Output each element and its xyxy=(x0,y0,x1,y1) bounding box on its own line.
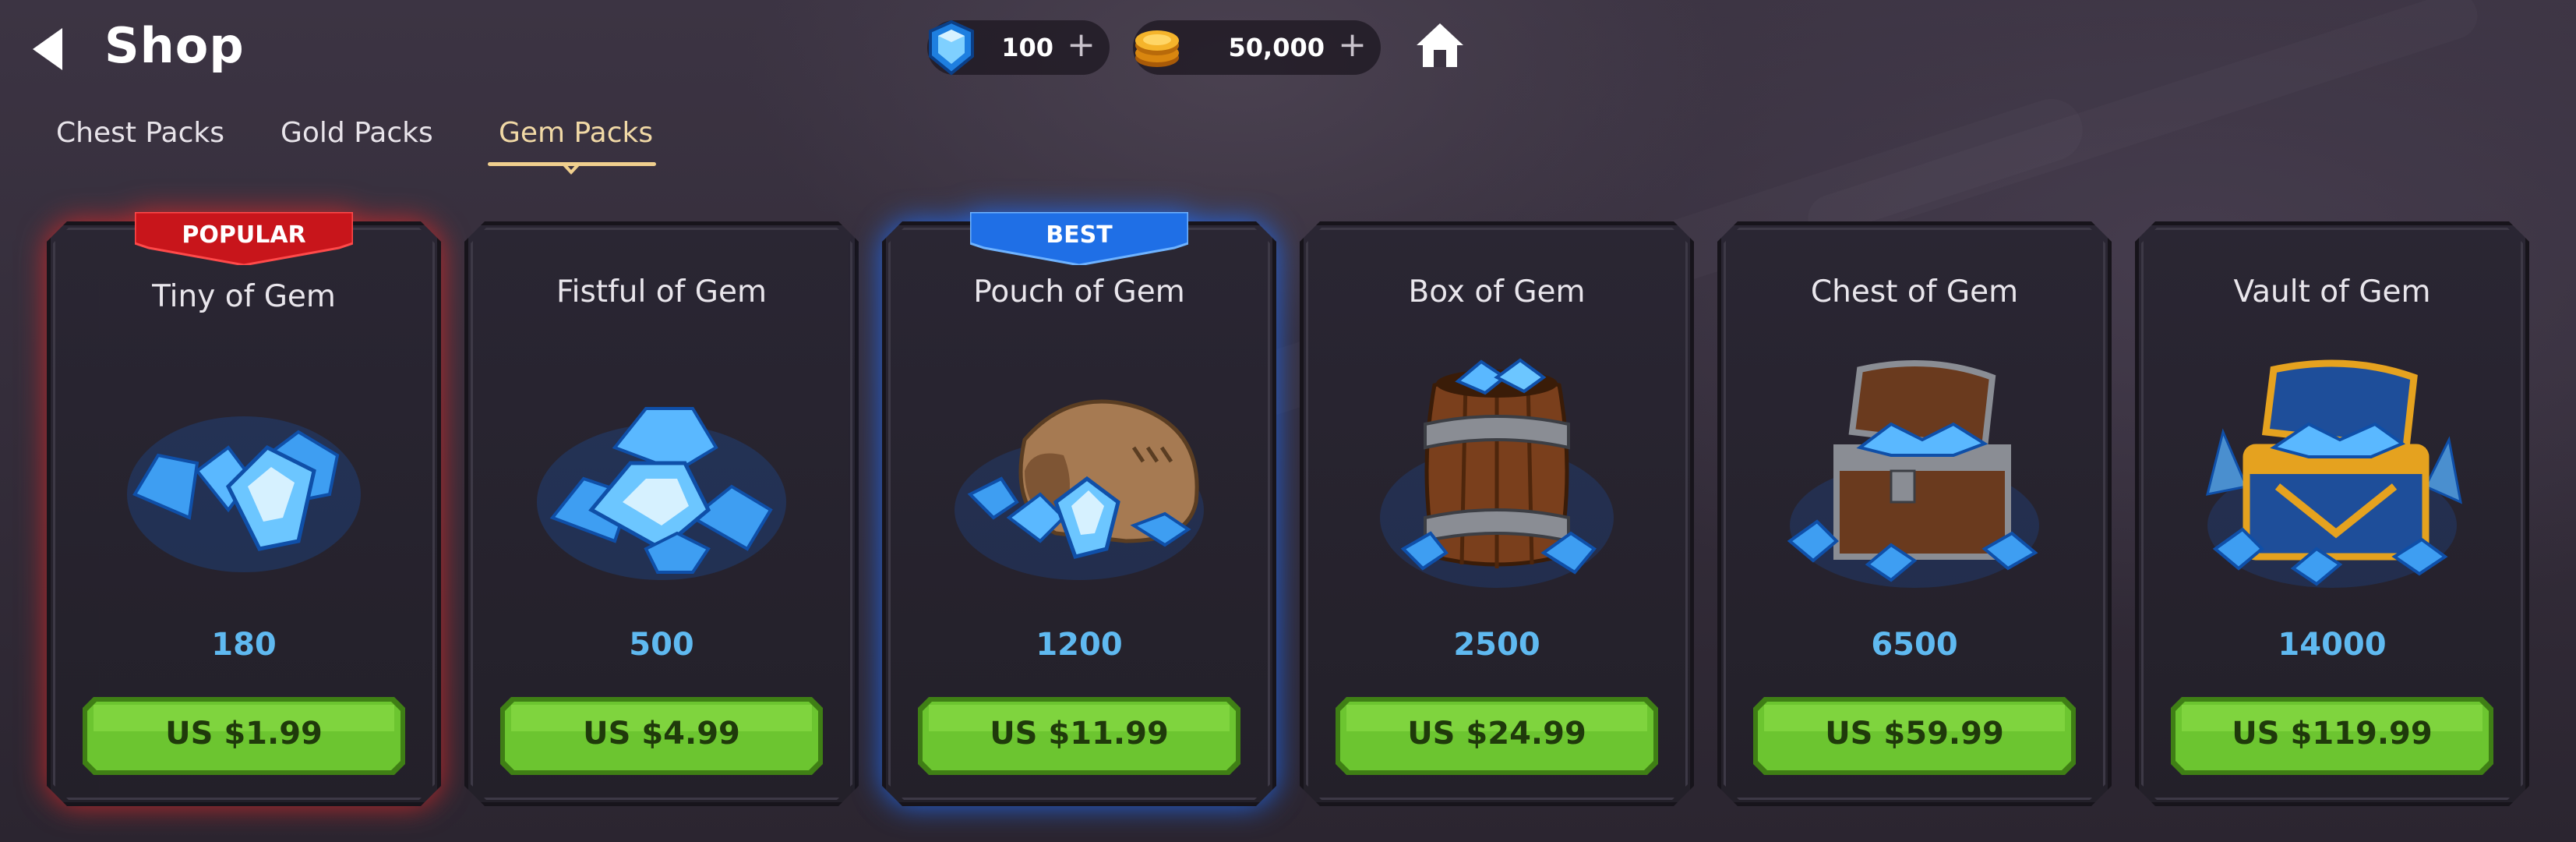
pack-card-fistful[interactable]: Fistful of Gem 500 US $4.99 xyxy=(464,221,859,806)
gem-count: 100 xyxy=(1001,33,1053,62)
back-arrow-icon xyxy=(33,28,62,70)
pack-card-pouch[interactable]: BEST Pouch of Gem 1200 US $11.99 xyxy=(882,212,1276,806)
pack-name: Chest of Gem xyxy=(1810,274,2019,310)
gem-amount: 180 xyxy=(211,627,277,663)
pack-card-vault[interactable]: Vault of Gem 14000 US $119.99 xyxy=(2135,221,2529,806)
add-gold-button[interactable]: + xyxy=(1338,25,1367,65)
price-label: US $119.99 xyxy=(2232,716,2433,752)
gem-amount: 6500 xyxy=(1871,627,1958,663)
tab-gem-packs[interactable]: Gem Packs xyxy=(499,117,653,149)
gem-amount: 2500 xyxy=(1453,627,1540,663)
gold-count: 50,000 xyxy=(1228,33,1325,62)
best-ribbon: BEST xyxy=(970,212,1188,265)
ribbon-label: POPULAR xyxy=(182,221,306,249)
pack-name: Vault of Gem xyxy=(2233,274,2431,310)
gem-vault-icon xyxy=(2205,359,2463,588)
pack-card-tiny[interactable]: POPULAR Tiny of Gem 180 US $1.99 xyxy=(47,212,441,806)
top-bar: Shop 100 + 50,000 + xyxy=(0,0,2576,97)
gem-barrel-icon xyxy=(1380,358,1614,588)
buy-button[interactable]: US $59.99 xyxy=(1753,697,2076,775)
pack-card-box[interactable]: Box of Gem 2500 US $24.99 xyxy=(1300,221,1694,806)
ribbon-label: BEST xyxy=(1046,221,1113,249)
tab-gold-packs[interactable]: Gold Packs xyxy=(281,117,433,149)
price-label: US $11.99 xyxy=(990,716,1169,752)
gem-pile-icon xyxy=(537,407,786,580)
price-label: US $24.99 xyxy=(1407,716,1586,752)
gold-coin-icon xyxy=(1135,30,1179,67)
price-label: US $1.99 xyxy=(165,716,323,752)
gold-balance: 50,000 + xyxy=(1133,20,1381,75)
buy-button[interactable]: US $1.99 xyxy=(83,697,405,775)
page-title: Shop xyxy=(104,17,245,74)
home-icon xyxy=(1417,23,1463,67)
gem-amount: 1200 xyxy=(1036,627,1123,663)
home-button[interactable] xyxy=(1415,20,1465,72)
buy-button[interactable]: US $119.99 xyxy=(2171,697,2493,775)
gem-chest-icon xyxy=(1787,360,2039,588)
gem-amount: 500 xyxy=(629,627,694,663)
pack-name: Fistful of Gem xyxy=(556,274,767,310)
pack-name: Tiny of Gem xyxy=(152,279,336,314)
price-label: US $59.99 xyxy=(1825,716,2004,752)
gem-pouch-icon xyxy=(955,399,1204,580)
active-tab-marker-icon xyxy=(561,164,581,175)
gem-amount: 14000 xyxy=(2278,627,2387,663)
pack-card-chest[interactable]: Chest of Gem 6500 US $59.99 xyxy=(1717,221,2112,806)
price-label: US $4.99 xyxy=(583,716,740,752)
gem-icon xyxy=(929,19,974,76)
tab-chest-packs[interactable]: Chest Packs xyxy=(56,117,224,149)
add-gems-button[interactable]: + xyxy=(1067,25,1096,65)
pack-name: Box of Gem xyxy=(1408,274,1586,310)
gem-handful-icon xyxy=(127,416,361,572)
buy-button[interactable]: US $24.99 xyxy=(1336,697,1658,775)
popular-ribbon: POPULAR xyxy=(135,212,353,265)
pack-name: Pouch of Gem xyxy=(973,274,1185,310)
buy-button[interactable]: US $11.99 xyxy=(918,697,1240,775)
gem-balance: 100 + xyxy=(927,19,1110,76)
back-button[interactable] xyxy=(26,23,73,75)
buy-button[interactable]: US $4.99 xyxy=(500,697,823,775)
